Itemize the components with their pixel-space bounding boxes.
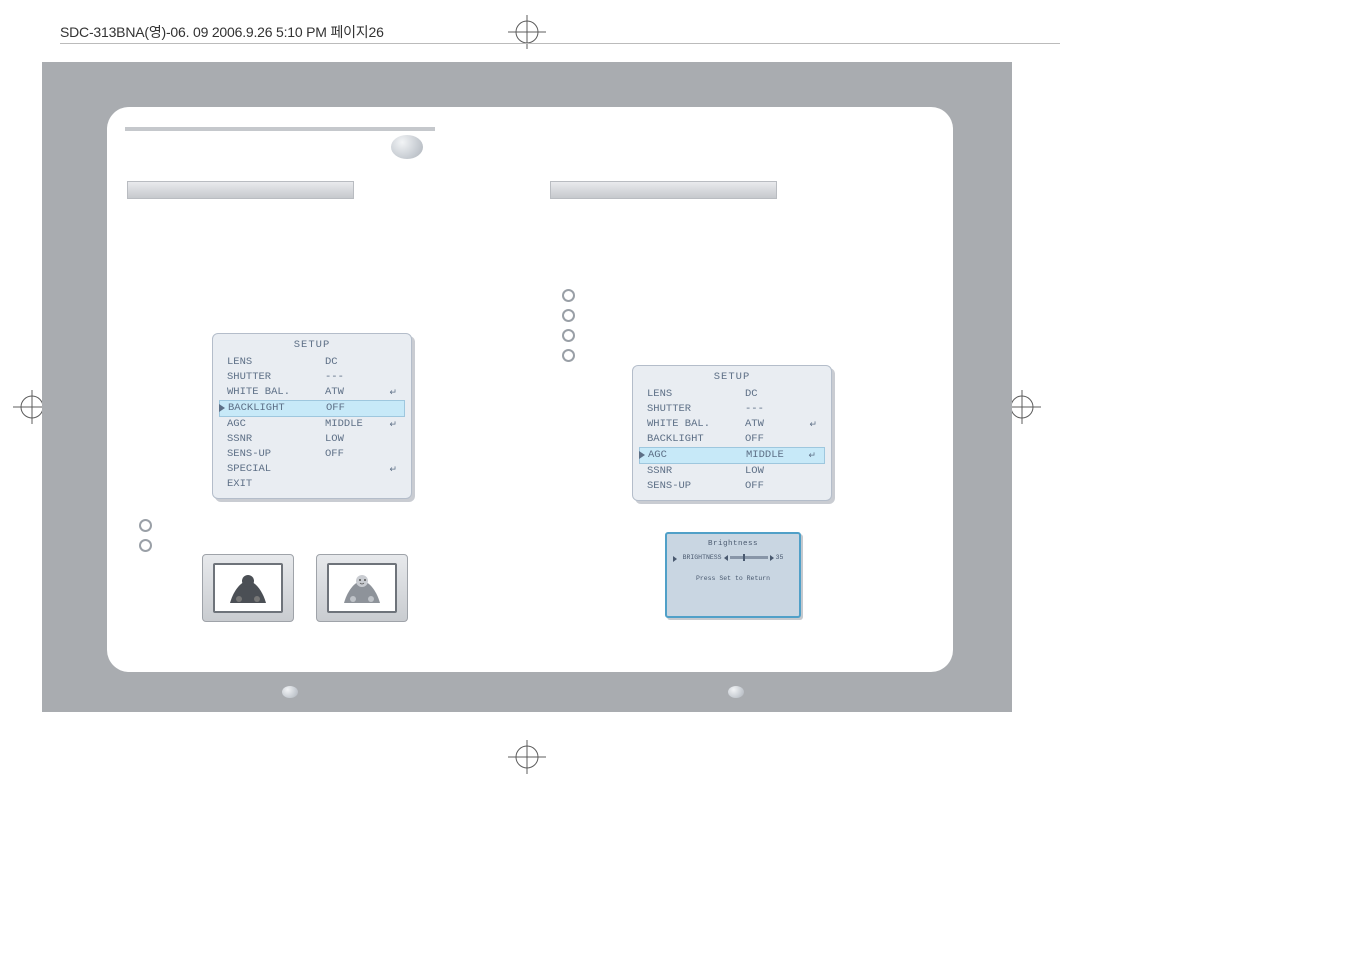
setup-row-value: OFF [325,447,397,462]
setup-menu-row: SENS-UPOFF [213,447,411,462]
setup-row-label: WHITE BAL. [647,417,745,432]
left-page: SETUP LENSDCSHUTTER---WHITE BAL.ATW↵BACK… [107,107,530,672]
setup-menu-row: LENSDC [633,387,831,402]
brightness-return-hint: Press Set to Return [667,575,799,582]
setup-row-value: LOW [325,432,397,447]
setup-menu-row: SSNRLOW [633,464,831,479]
setup-menu-row: SPECIAL ↵ [213,462,411,477]
setup-row-value: --- [325,370,397,385]
setup-menu-row: SHUTTER--- [213,370,411,385]
setup-row-label: WHITE BAL. [227,385,325,400]
brightness-right-arrow-icon [770,555,774,561]
enter-icon: ↵ [806,448,816,463]
setup-menu-row: AGCMIDDLE↵ [639,447,825,464]
setup-row-label: SPECIAL [227,462,325,477]
setup-row-label: AGC [648,448,746,463]
setup-menu-row: SHUTTER--- [633,402,831,417]
blc-on-illustration [316,554,408,622]
setup-menu-row: SSNRLOW [213,432,411,447]
setup-row-value: OFF [745,432,817,447]
brightness-label: BRIGHTNESS [683,554,722,561]
setup-menu-row: BACKLIGHTOFF [633,432,831,447]
left-page-number-orb [282,686,298,698]
setup-menu-row: SENS-UPOFF [633,479,831,494]
setup-row-label: SENS-UP [227,447,325,462]
enter-icon: ↵ [807,417,817,432]
setup-menu-row: LENSDC [213,355,411,370]
setup-row-value: OFF [326,401,396,416]
setup-row-value: MIDDLE [325,417,387,432]
left-chapter-rule [125,127,435,131]
setup-row-value: DC [325,355,397,370]
setup-row-label: BACKLIGHT [647,432,745,447]
setup-menu-right-title: SETUP [633,370,831,385]
bullet-ring-icon [562,309,575,322]
bullet-ring-icon [139,519,152,532]
setup-menu-left-title: SETUP [213,338,411,353]
setup-row-label: EXIT [227,477,325,492]
setup-menu-row: BACKLIGHTOFF [219,400,405,417]
setup-row-value: ATW [325,385,387,400]
setup-row-label: SENS-UP [647,479,745,494]
brightness-tick [743,554,745,561]
setup-row-value: --- [745,402,817,417]
setup-row-value [325,477,397,492]
right-page: SETUP LENSDCSHUTTER---WHITE BAL.ATW↵BACK… [530,107,953,672]
right-section-heading-bar [550,181,777,199]
setup-row-label: SHUTTER [227,370,325,385]
setup-menu-row: EXIT [213,477,411,492]
setup-row-label: BACKLIGHT [228,401,326,416]
setup-row-value: LOW [745,464,817,479]
enter-icon: ↵ [387,462,397,477]
setup-row-value [325,462,387,477]
setup-row-label: AGC [227,417,325,432]
setup-row-value: DC [745,387,817,402]
setup-menu-row: AGCMIDDLE↵ [213,417,411,432]
setup-menu-row: WHITE BAL.ATW↵ [213,385,411,400]
blc-example-row [202,554,408,622]
setup-menu-right: SETUP LENSDCSHUTTER---WHITE BAL.ATW↵BACK… [632,365,832,501]
bullet-ring-icon [562,349,575,362]
brightness-left-arrow-icon [724,555,728,561]
enter-icon: ↵ [387,417,397,432]
setup-row-label: LENS [647,387,745,402]
setup-row-label: LENS [227,355,325,370]
right-page-number-orb [728,686,744,698]
setup-row-label: SSNR [647,464,745,479]
prepress-slug: SDC-313BNA(영)-06. 09 2006.9.26 5:10 PM 페… [60,22,384,42]
left-section-heading-bar [127,181,354,199]
bullet-ring-icon [562,329,575,342]
bullet-ring-icon [562,289,575,302]
crop-mark-bottom [500,740,555,774]
brightness-row: BRIGHTNESS 35 [667,554,799,561]
setup-menu-left: SETUP LENSDCSHUTTER---WHITE BAL.ATW↵BACK… [212,333,412,499]
setup-menu-row: WHITE BAL.ATW↵ [633,417,831,432]
blc-off-illustration [202,554,294,622]
setup-row-value: OFF [745,479,817,494]
brightness-value: 35 [776,554,784,561]
brightness-submenu: Brightness BRIGHTNESS 35 Press Set to Re… [665,532,801,618]
bullet-ring-icon [139,539,152,552]
prepress-slug-rule [60,43,1060,44]
right-bullet-column [562,287,575,364]
setup-row-value: MIDDLE [746,448,806,463]
page-spread: SETUP LENSDCSHUTTER---WHITE BAL.ATW↵BACK… [42,62,1012,712]
left-bullet-column [139,517,152,554]
setup-row-label: SSNR [227,432,325,447]
setup-row-label: SHUTTER [647,402,745,417]
enter-icon: ↵ [387,385,397,400]
brightness-track [730,556,768,559]
setup-row-value: ATW [745,417,807,432]
chapter-number-orb [391,135,423,159]
brightness-title: Brightness [667,540,799,548]
